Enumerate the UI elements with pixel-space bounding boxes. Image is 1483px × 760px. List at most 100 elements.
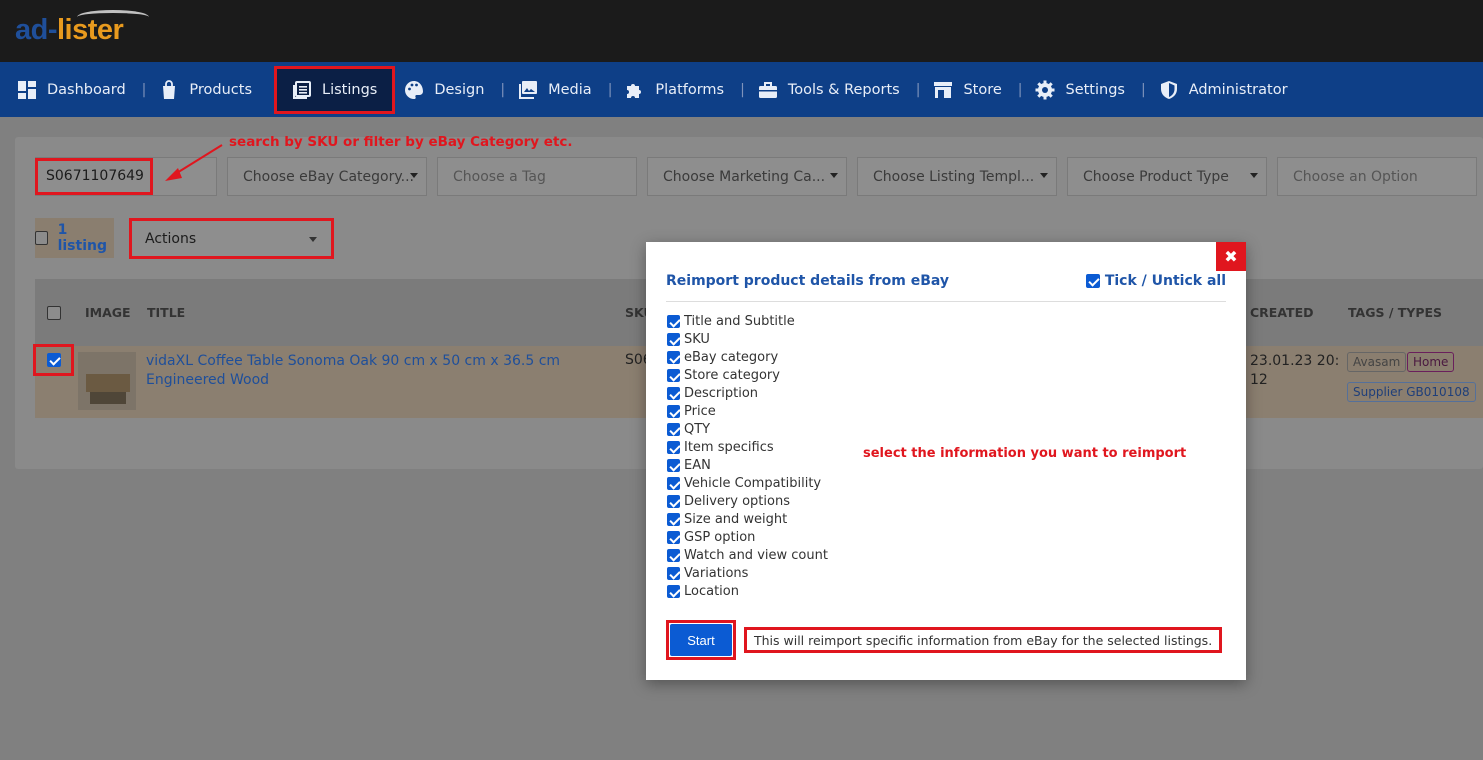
marketing-category-placeholder: Choose Marketing Ca...	[663, 168, 826, 185]
listing-template-select[interactable]: Choose Listing Templ...	[857, 157, 1057, 196]
tick-untick-all-toggle[interactable]: Tick / Untick all	[1085, 273, 1226, 289]
tag-badge[interactable]: Home	[1407, 352, 1455, 372]
nav-store-label: Store	[963, 81, 1002, 98]
reimport-option-label: Store category	[684, 367, 780, 383]
reimport-option[interactable]: Item specifics	[667, 438, 774, 456]
reimport-option[interactable]: GSP option	[667, 528, 755, 546]
tag-placeholder: Choose a Tag	[453, 168, 546, 185]
ebay-category-select[interactable]: Choose eBay Category...	[227, 157, 427, 196]
reimport-option-checkbox[interactable]	[667, 332, 680, 346]
reimport-option-label: Watch and view count	[684, 547, 828, 563]
reimport-option[interactable]: eBay category	[667, 348, 778, 366]
reimport-option-checkbox[interactable]	[667, 476, 680, 490]
reimport-option[interactable]: Title and Subtitle	[667, 312, 795, 330]
option-placeholder: Choose an Option	[1293, 168, 1418, 185]
reimport-option-checkbox[interactable]	[667, 530, 680, 544]
ad-lister-logo[interactable]: ad-lister	[15, 10, 149, 47]
tag-badge[interactable]: Avasam	[1347, 352, 1407, 372]
option-select[interactable]: Choose an Option	[1277, 157, 1477, 196]
reimport-option-checkbox[interactable]	[667, 440, 680, 454]
close-icon[interactable]: ✖	[1216, 242, 1246, 271]
reimport-option[interactable]: QTY	[667, 420, 710, 438]
row-checkbox-highlight	[33, 344, 74, 376]
reimport-option[interactable]: Price	[667, 402, 716, 420]
product-type-placeholder: Choose Product Type	[1083, 168, 1229, 185]
nav-tools-reports[interactable]: Tools & Reports	[755, 62, 916, 117]
reimport-option-checkbox[interactable]	[667, 350, 680, 364]
nav-design-label: Design	[434, 81, 485, 98]
select-all-checkbox[interactable]	[35, 231, 48, 245]
listing-title-link[interactable]: vidaXL Coffee Table Sonoma Oak 90 cm x 5…	[146, 352, 616, 390]
product-thumbnail[interactable]	[78, 352, 136, 410]
nav-products[interactable]: Products	[156, 62, 268, 117]
nav-store[interactable]: Store	[930, 62, 1017, 117]
reimport-option-checkbox[interactable]	[667, 512, 680, 526]
nav-dashboard[interactable]: Dashboard	[14, 62, 142, 117]
nav-administrator-label: Administrator	[1188, 81, 1288, 98]
product-type-select[interactable]: Choose Product Type	[1067, 157, 1267, 196]
header-checkbox[interactable]	[47, 306, 61, 320]
shopping-bag-icon	[159, 79, 179, 100]
type-badge[interactable]: Supplier GB010108	[1347, 382, 1476, 402]
reimport-option-checkbox[interactable]	[667, 422, 680, 436]
reimport-modal: ✖ Reimport product details from eBay Tic…	[646, 242, 1246, 680]
reimport-option[interactable]: Watch and view count	[667, 546, 828, 564]
reimport-option[interactable]: Delivery options	[667, 492, 790, 510]
nav-platforms-label: Platforms	[655, 81, 725, 98]
search-annotation: search by SKU or filter by eBay Category…	[229, 134, 573, 150]
tick-all-checkbox[interactable]	[1085, 274, 1100, 288]
column-header-created[interactable]: CREATED	[1250, 305, 1313, 320]
reimport-option-checkbox[interactable]	[667, 458, 680, 472]
column-header-tags: TAGS / TYPES	[1348, 305, 1443, 320]
nav-settings[interactable]: Settings	[1032, 62, 1140, 117]
reimport-option-checkbox[interactable]	[667, 494, 680, 508]
logo-text-ad: ad-	[15, 14, 58, 46]
reimport-option[interactable]: SKU	[667, 330, 710, 348]
nav-divider: |	[1140, 81, 1146, 98]
ebay-category-placeholder: Choose eBay Category...	[243, 168, 414, 185]
reimport-option[interactable]: Location	[667, 582, 739, 600]
reimport-option-checkbox[interactable]	[667, 314, 680, 328]
chevron-down-icon	[1040, 173, 1048, 178]
start-button[interactable]: Start	[670, 624, 732, 656]
reimport-option[interactable]: Size and weight	[667, 510, 787, 528]
actions-dropdown[interactable]: Actions	[129, 218, 334, 259]
row-checkbox[interactable]	[46, 353, 61, 367]
reimport-option-checkbox[interactable]	[667, 566, 680, 580]
column-header-title[interactable]: TITLE	[147, 305, 185, 320]
nav-divider: |	[915, 81, 921, 98]
image-icon	[518, 80, 538, 100]
annotation-arrow-icon	[165, 144, 223, 181]
nav-products-label: Products	[189, 81, 252, 98]
nav-listings[interactable]: Listings	[274, 65, 396, 114]
main-nav: Dashboard | Products Listings Design | M…	[0, 62, 1483, 117]
shield-icon	[1159, 80, 1179, 100]
tag-select[interactable]: Choose a Tag	[437, 157, 637, 196]
reimport-option-checkbox[interactable]	[667, 386, 680, 400]
reimport-option-label: Delivery options	[684, 493, 790, 509]
reimport-option[interactable]: EAN	[667, 456, 711, 474]
listing-count[interactable]: 1 listing	[58, 222, 114, 254]
reimport-option-label: Item specifics	[684, 439, 774, 455]
nav-administrator[interactable]: Administrator	[1156, 62, 1304, 117]
nav-divider: |	[141, 81, 147, 98]
reimport-option-label: QTY	[684, 421, 711, 437]
reimport-option[interactable]: Vehicle Compatibility	[667, 474, 821, 492]
reimport-option[interactable]: Store category	[667, 366, 780, 384]
marketing-category-select[interactable]: Choose Marketing Ca...	[647, 157, 847, 196]
sku-search-value: S0671107649	[46, 168, 144, 184]
nav-divider: |	[607, 81, 613, 98]
nav-platforms[interactable]: Platforms	[622, 62, 740, 117]
chevron-down-icon	[410, 173, 418, 178]
reimport-option-checkbox[interactable]	[667, 404, 680, 418]
reimport-option-checkbox[interactable]	[667, 368, 680, 382]
nav-media[interactable]: Media	[515, 62, 608, 117]
reimport-option-checkbox[interactable]	[667, 584, 680, 598]
reimport-option-checkbox[interactable]	[667, 548, 680, 562]
chevron-down-icon	[309, 237, 317, 242]
modal-divider	[666, 301, 1226, 302]
nav-design[interactable]: Design	[401, 62, 500, 117]
reimport-option[interactable]: Description	[667, 384, 758, 402]
reimport-option[interactable]: Variations	[667, 564, 748, 582]
gear-icon	[1035, 80, 1055, 100]
